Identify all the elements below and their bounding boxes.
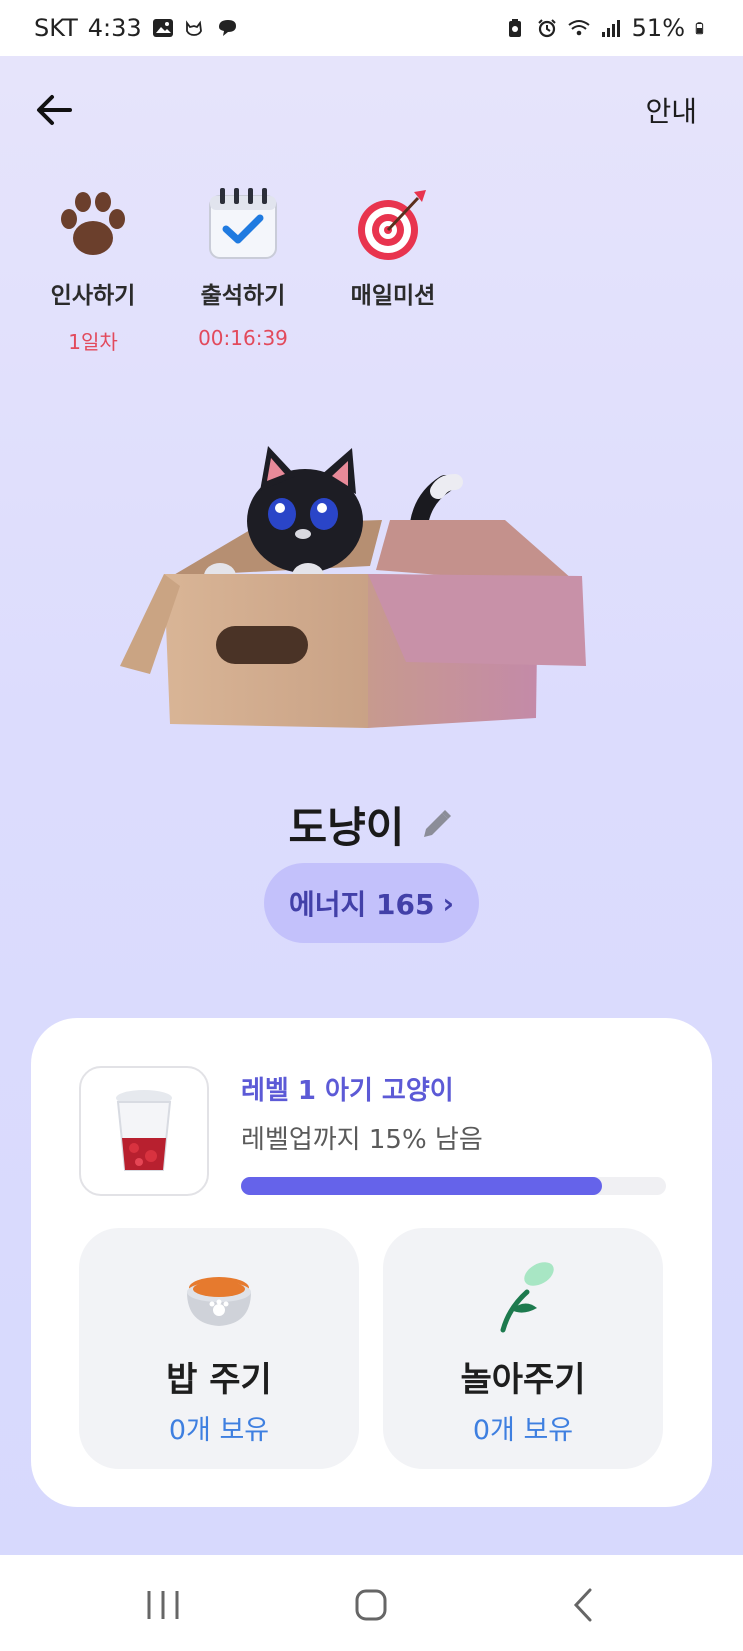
guide-button[interactable]: 안내 <box>645 90 697 130</box>
signal-icon <box>601 20 620 37</box>
play-button[interactable]: 놀아주기 0개 보유 <box>383 1228 663 1469</box>
cat-in-box-illustration <box>120 446 586 728</box>
feed-button[interactable]: 밥 주기 0개 보유 <box>79 1228 359 1469</box>
battery-saver-icon <box>508 19 521 37</box>
wifi-icon <box>568 20 590 36</box>
play-count: 0개 보유 <box>472 1415 574 1446</box>
gallery-notification-icon <box>152 19 173 37</box>
paw-icon <box>61 192 125 255</box>
pet-screen: 안내 인사하기 1일차 출석하기 00:16:39 매일미션 도냥이 에너지 1… <box>0 56 743 1555</box>
greet-label: 인사하기 <box>50 283 136 309</box>
level-card: 레벨 1 아기 고양이 레벨업까지 15% 남음 밥 주기 0개 보유 놀아주기… <box>31 1018 712 1507</box>
back-chevron-icon[interactable] <box>562 1585 606 1625</box>
food-bowl-icon <box>187 1277 251 1326</box>
feed-title: 밥 주기 <box>166 1360 272 1400</box>
daily-actions: 인사하기 1일차 출석하기 00:16:39 매일미션 <box>38 184 448 354</box>
feed-count: 0개 보유 <box>168 1415 270 1446</box>
system-nav-bar <box>0 1555 743 1651</box>
alarm-icon <box>537 19 556 38</box>
greet-day-count: 1일차 <box>68 330 118 354</box>
back-arrow-icon[interactable] <box>32 86 80 134</box>
status-left: SKT 4:33 <box>34 14 238 42</box>
daily-mission-action[interactable]: 매일미션 <box>338 184 448 350</box>
level-title: 레벨 1 아기 고양이 <box>241 1076 454 1106</box>
greet-action[interactable]: 인사하기 1일차 <box>38 184 148 354</box>
calendar-check-icon <box>209 188 277 259</box>
level-progress-bar <box>241 1177 666 1195</box>
battery-icon <box>695 22 704 35</box>
level-progress-fill <box>241 1177 603 1195</box>
chat-notification-icon <box>218 20 236 36</box>
attendance-action[interactable]: 출석하기 00:16:39 <box>188 184 298 350</box>
clock: 4:33 <box>87 14 142 42</box>
cat-app-notification-icon <box>185 20 202 36</box>
daily-mission-label: 매일미션 <box>350 283 436 309</box>
home-icon[interactable] <box>349 1585 393 1625</box>
pet-name: 도냥이 <box>288 803 405 852</box>
pencil-edit-icon[interactable] <box>418 807 454 843</box>
level-progress-text: 레벨업까지 15% 남음 <box>241 1125 483 1155</box>
cat-toy-icon <box>500 1262 554 1333</box>
battery-percentage: 51% <box>631 14 685 42</box>
play-title: 놀아주기 <box>460 1360 586 1400</box>
level-thumbnail <box>79 1066 209 1196</box>
status-right: 51% <box>504 14 709 42</box>
chevron-right-icon: › <box>442 886 455 920</box>
recent-apps-icon[interactable] <box>141 1585 185 1625</box>
drink-cup-icon <box>116 1090 172 1171</box>
status-bar: SKT 4:33 51% <box>0 0 743 56</box>
energy-label: 에너지 165 <box>288 888 435 921</box>
attendance-timer: 00:16:39 <box>198 326 288 350</box>
carrier-label: SKT <box>34 14 78 42</box>
pet-name-row: 도냥이 <box>0 794 743 855</box>
energy-button[interactable]: 에너지 165 › <box>264 863 479 943</box>
target-icon <box>358 190 426 260</box>
attendance-label: 출석하기 <box>200 283 286 309</box>
